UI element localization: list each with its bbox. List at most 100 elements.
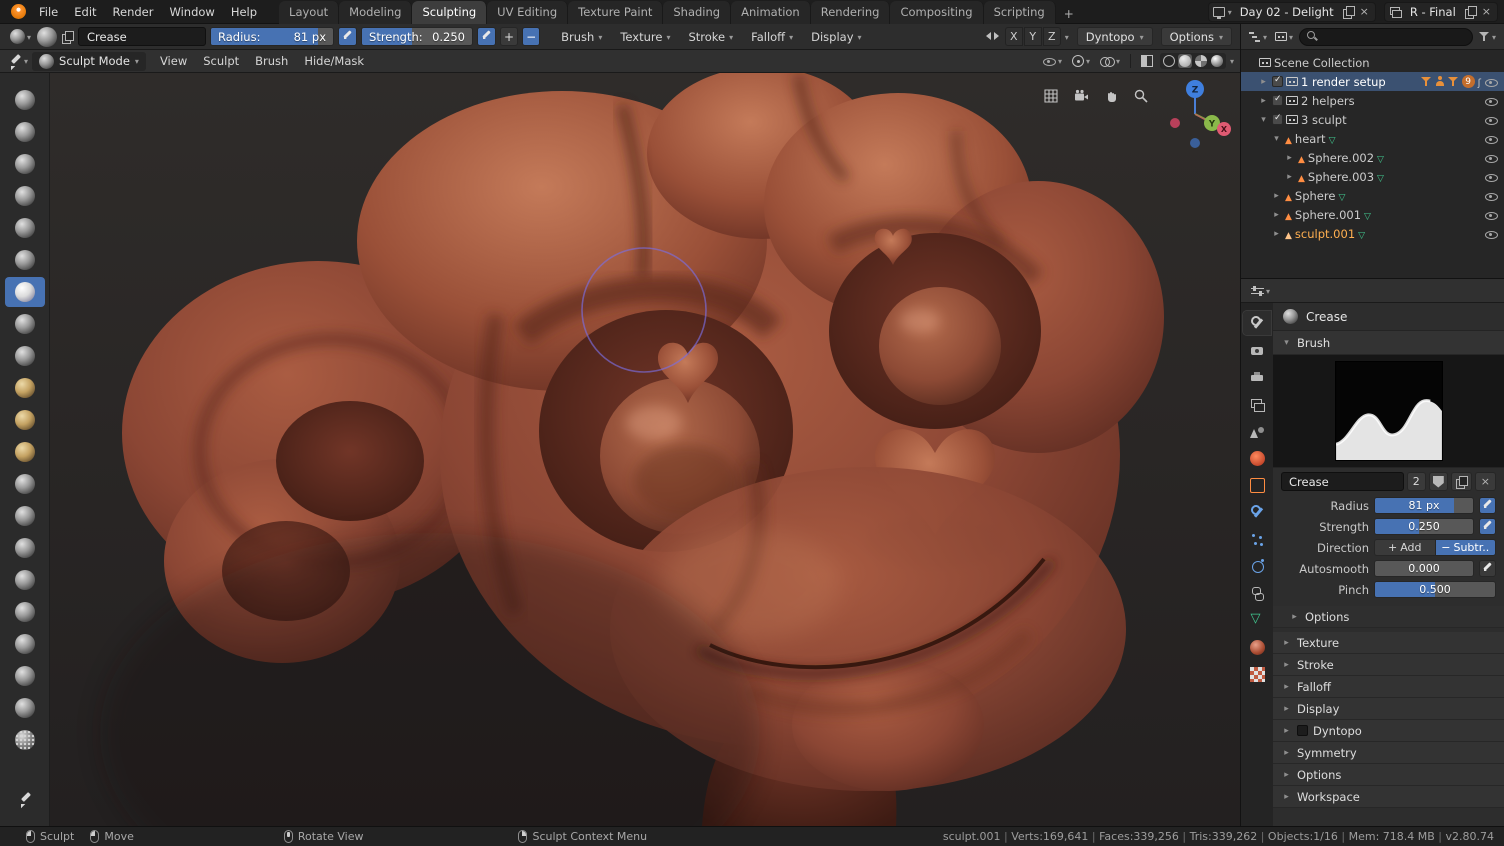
sculpt-tool-fill[interactable]	[5, 373, 45, 403]
hide-in-viewport-toggle[interactable]	[1484, 95, 1498, 107]
hide-in-viewport-toggle[interactable]	[1484, 209, 1498, 221]
sculpt-tool-nudge[interactable]	[5, 629, 45, 659]
users-count-chip[interactable]: 2	[1406, 472, 1426, 491]
strength-pressure-toggle[interactable]	[477, 27, 497, 46]
workspace-tab-layout[interactable]: Layout	[279, 0, 340, 24]
outliner-row-heart[interactable]: heart	[1241, 129, 1504, 148]
scene-name-field[interactable]: Day 02 - Delight	[1235, 5, 1339, 19]
add-workspace-button[interactable]: +	[1056, 4, 1082, 24]
direction-subtract-button[interactable]: − Subtr..	[1434, 539, 1496, 556]
properties-tab-object-data[interactable]	[1243, 608, 1271, 632]
sculpt-tool-clay-strips[interactable]	[5, 149, 45, 179]
chevron-down-icon[interactable]	[1065, 30, 1069, 44]
menu-sculpt[interactable]: Sculpt	[195, 52, 247, 70]
properties-tab-view-layer[interactable]	[1243, 392, 1271, 416]
panel-texture[interactable]: Texture	[1273, 632, 1504, 654]
shading-rendered-button[interactable]	[1210, 54, 1224, 68]
properties-tab-physics[interactable]	[1243, 554, 1271, 578]
outliner-row-sphere[interactable]: Sphere	[1241, 186, 1504, 205]
sculpt-tool-mask[interactable]	[5, 725, 45, 755]
shading-wireframe-button[interactable]	[1162, 54, 1176, 68]
direction-add-button[interactable]: + Add	[1374, 539, 1435, 556]
options-menu-button[interactable]: Options	[1160, 27, 1232, 46]
menu-texture[interactable]: Texture	[611, 28, 679, 46]
outliner-row-3-sculpt[interactable]: 3 sculpt	[1241, 110, 1504, 129]
menu-falloff[interactable]: Falloff	[742, 28, 802, 46]
autosmooth-pressure-button[interactable]	[1479, 560, 1496, 577]
hide-in-viewport-toggle[interactable]	[1484, 190, 1498, 202]
expand-arrow-icon[interactable]	[1284, 153, 1295, 163]
properties-tab-modifiers[interactable]	[1243, 500, 1271, 524]
properties-tab-particles[interactable]	[1243, 527, 1271, 551]
sculpt-tool-blob[interactable]	[5, 245, 45, 275]
properties-tab-scene[interactable]	[1243, 419, 1271, 443]
workspace-tab-shading[interactable]: Shading	[663, 0, 732, 24]
properties-tab-tool[interactable]	[1242, 310, 1272, 336]
zoom-icon[interactable]	[1130, 85, 1152, 107]
properties-tab-object[interactable]	[1243, 473, 1271, 497]
gizmo-negative-z-axis[interactable]	[1190, 138, 1200, 148]
outliner-row-scene-collection[interactable]: Scene Collection	[1241, 53, 1504, 72]
search-input[interactable]	[1323, 30, 1465, 43]
scene-icon[interactable]	[1212, 6, 1225, 19]
shading-solid-button[interactable]	[1177, 54, 1192, 68]
header-brush-name-field[interactable]: Crease	[78, 27, 207, 46]
collection-checkbox[interactable]	[1272, 94, 1283, 106]
autosmooth-slider[interactable]: 0.000	[1374, 560, 1474, 577]
unlink-scene-icon[interactable]: ×	[1358, 6, 1371, 17]
outliner-row-sculpt-001[interactable]: sculpt.001	[1241, 224, 1504, 243]
properties-tab-render[interactable]	[1243, 338, 1271, 362]
radius-pressure-button[interactable]	[1479, 497, 1496, 514]
overlays-button[interactable]	[1097, 53, 1123, 69]
expand-arrow-icon[interactable]	[1258, 96, 1269, 106]
workspace-tab-texture-paint[interactable]: Texture Paint	[568, 0, 664, 24]
outliner-row-2-helpers[interactable]: 2 helpers	[1241, 91, 1504, 110]
properties-tab-texture[interactable]	[1243, 662, 1271, 686]
menu-brush[interactable]: Brush	[247, 52, 296, 70]
menu-edit[interactable]: Edit	[66, 3, 104, 21]
dyntopo-menu-button[interactable]: Dyntopo	[1076, 27, 1153, 46]
sculpt-tool-smooth[interactable]	[5, 309, 45, 339]
panel-workspace[interactable]: Workspace	[1273, 786, 1504, 808]
object-visibility-button[interactable]	[1039, 53, 1065, 69]
header-strength-slider[interactable]: Strength: 0.250	[361, 27, 474, 46]
sculpt-tool-annotate[interactable]	[5, 784, 45, 814]
xray-toggle[interactable]	[1138, 54, 1156, 68]
menu-stroke[interactable]: Stroke	[679, 28, 742, 46]
chevron-down-icon[interactable]	[1228, 5, 1232, 19]
mirror-axis-y[interactable]: Y	[1023, 27, 1042, 46]
direction-subtract-toggle[interactable]: −	[522, 27, 541, 46]
properties-tab-constraints[interactable]	[1243, 581, 1271, 605]
expand-arrow-icon[interactable]	[1258, 115, 1269, 125]
radius-slider[interactable]: 81 px	[1374, 497, 1474, 514]
remove-view-layer-icon[interactable]: ×	[1480, 6, 1493, 17]
brush-name-field[interactable]: Crease	[1281, 472, 1404, 491]
search-box[interactable]	[1299, 27, 1473, 46]
sculpt-tool-grab[interactable]	[5, 469, 45, 499]
hide-in-viewport-toggle[interactable]	[1484, 114, 1498, 126]
panel-falloff[interactable]: Falloff	[1273, 676, 1504, 698]
outliner-row-sphere-003[interactable]: Sphere.003	[1241, 167, 1504, 186]
hide-in-viewport-toggle[interactable]	[1484, 171, 1498, 183]
outliner-row-1-render-setup[interactable]: 1 render setup 9	[1241, 72, 1504, 91]
properties-tab-world[interactable]	[1243, 446, 1271, 470]
sculpt-tool-inflate[interactable]	[5, 213, 45, 243]
expand-arrow-icon[interactable]	[1271, 134, 1282, 144]
expand-arrow-icon[interactable]	[1271, 210, 1282, 220]
sculpt-tool-rotate[interactable]	[5, 661, 45, 691]
menu-window[interactable]: Window	[161, 3, 222, 21]
sculpt-tool-snake-hook[interactable]	[5, 533, 45, 563]
blender-logo-icon[interactable]	[11, 4, 26, 19]
workspace-tab-rendering[interactable]: Rendering	[810, 0, 891, 24]
view-layer-icon[interactable]	[1389, 6, 1402, 18]
header-radius-slider[interactable]: Radius: 81 px	[210, 27, 335, 46]
workspace-tab-animation[interactable]: Animation	[731, 0, 811, 24]
grid-icon[interactable]	[1040, 85, 1062, 107]
hide-in-viewport-toggle[interactable]	[1484, 228, 1498, 240]
menu-hide-mask[interactable]: Hide/Mask	[296, 52, 372, 70]
gizmo-negative-x-axis[interactable]	[1170, 118, 1180, 128]
workspace-tab-sculpting[interactable]: Sculpting	[412, 0, 488, 24]
gizmos-button[interactable]	[1069, 53, 1093, 69]
browse-brush-icon[interactable]	[61, 30, 75, 44]
brush-preview-image[interactable]	[1334, 361, 1443, 461]
